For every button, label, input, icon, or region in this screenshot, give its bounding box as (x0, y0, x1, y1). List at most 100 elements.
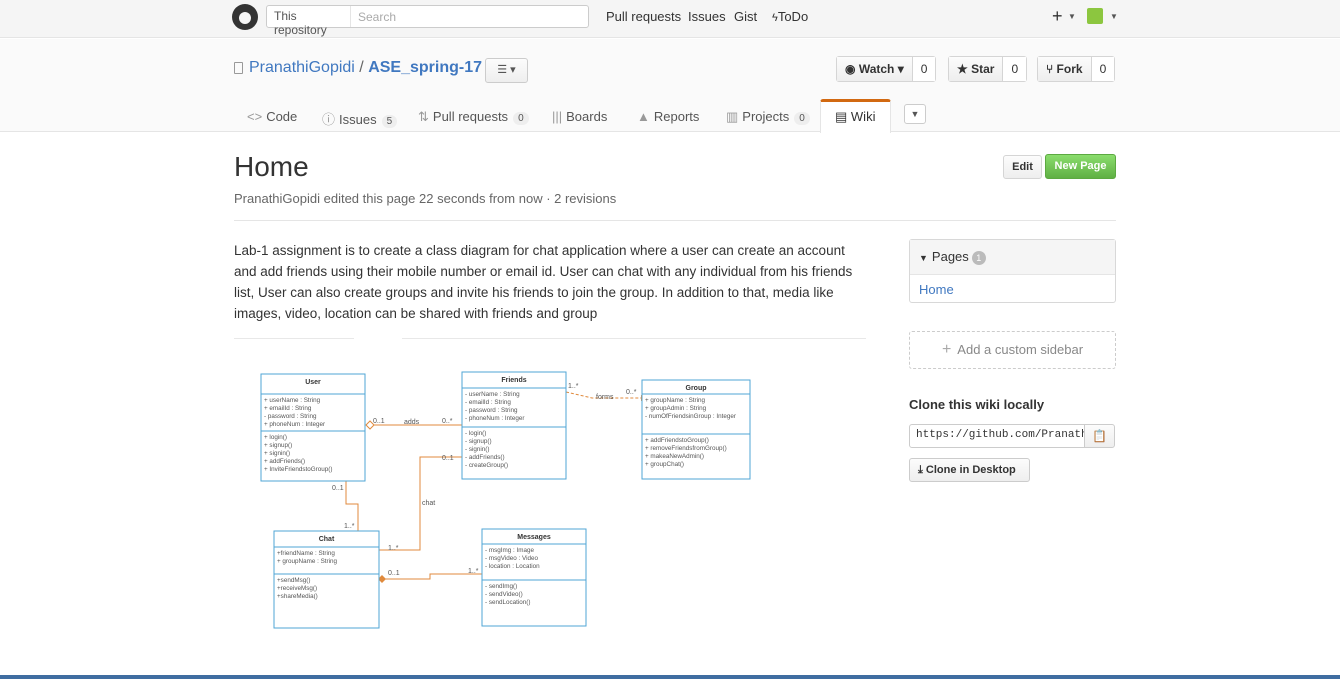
pages-count-badge: 1 (971, 251, 986, 265)
mult-chat-messages-right: 1..* (468, 568, 479, 575)
tab-boards[interactable]: ||| Boards (552, 109, 607, 124)
uml-class-chat: Chat +friendName : String+ groupName : St… (273, 530, 380, 629)
tab-issues[interactable]: ⓘ Issues 5 (322, 109, 398, 128)
mult-chat-messages-left: 0..1 (388, 570, 400, 577)
avatar[interactable] (1087, 8, 1103, 24)
mult-user-chat-bottom: 1..* (344, 523, 355, 530)
page-link-home[interactable]: Home (910, 275, 1115, 304)
copy-clipboard-button[interactable]: 📋 (1084, 424, 1115, 448)
mult-user-friends-left: 0..1 (373, 418, 385, 425)
class-method: + removeFriendsfromGroup() (645, 445, 727, 452)
assoc-chat-friends (379, 456, 462, 551)
tab-boards-label: Boards (566, 109, 608, 124)
nav-gist[interactable]: Gist (734, 9, 757, 24)
repo-separator: / (359, 59, 364, 76)
repo-name-link[interactable]: ASE_spring-17 (368, 59, 482, 76)
class-attribute: - location : Location (485, 563, 540, 570)
tab-code[interactable]: <> Code (247, 109, 297, 124)
reports-icon: ▲ (637, 109, 650, 124)
class-attribute: - msgVideo : Video (485, 555, 538, 562)
star-count[interactable]: 0 (1003, 57, 1027, 81)
mult-user-chat-top: 0..1 (332, 485, 344, 492)
star-button[interactable]: ★ Star 0 (948, 56, 1028, 82)
class-attribute: - userName : String (465, 391, 520, 398)
class-diagram: 0..1 0..* adds 1..* 0..* forms 0..1 1..*… (260, 371, 751, 629)
nav-todo-label: ToDo (777, 9, 809, 24)
pages-toggle[interactable]: ▼ Pages 1 (910, 240, 1115, 275)
page-title: Home (234, 151, 309, 182)
pull-request-icon: ⇅ (418, 109, 429, 124)
class-name: Messages (517, 534, 551, 541)
code-icon: <> (247, 109, 263, 124)
repo-title: PranathiGopidi / ASE_spring-17 (249, 59, 482, 77)
uml-class-messages: Messages - msgImg : Image- msgVideo : Vid… (481, 528, 587, 627)
class-attribute: + groupAdmin : String (645, 405, 707, 412)
tab-reports[interactable]: ▲ Reports (637, 109, 699, 124)
chevron-down-icon: ▼ (910, 109, 920, 119)
edit-button[interactable]: Edit (1003, 155, 1042, 179)
projects-icon: ▥ (726, 109, 739, 124)
divider (234, 220, 1116, 221)
class-name: User (305, 379, 321, 386)
mult-user-friends-right: 0..* (442, 418, 453, 425)
class-attribute: - emailId : String (465, 399, 511, 406)
tabs-more-button[interactable]: ▼ (904, 104, 926, 124)
clipboard-icon: 📋 (1092, 429, 1107, 443)
class-method: +receiveMsg() (277, 585, 317, 592)
clone-url-field[interactable]: https://github.com/PranathiGopidi/ASE_sp… (909, 424, 1085, 448)
add-custom-sidebar-label: Add a custom sidebar (957, 342, 1084, 357)
label-adds: adds (404, 419, 420, 426)
tab-code-label: Code (266, 109, 298, 124)
clone-title: Clone this wiki locally (909, 397, 1045, 412)
fork-icon: ⑂ (1046, 62, 1057, 76)
new-page-button[interactable]: New Page (1045, 154, 1116, 179)
nav-pull-requests[interactable]: Pull requests (606, 9, 681, 24)
class-method: + InviteFriendstoGroup() (264, 466, 332, 473)
nav-todo[interactable]: ϟToDo (772, 9, 808, 24)
pages-panel: ▼ Pages 1 Home (909, 239, 1116, 303)
chevron-down-icon: ▼ (1068, 12, 1076, 21)
class-method: +sendMsg() (277, 577, 310, 584)
mult-friends-group-right: 0..* (626, 389, 637, 396)
class-name: Friends (501, 377, 526, 384)
class-method: +shareMedia() (277, 593, 318, 600)
search-input[interactable] (353, 7, 583, 26)
eye-icon: ◉ (845, 62, 859, 76)
list-menu-button[interactable]: ☰ ▾ (485, 58, 528, 83)
add-custom-sidebar-button[interactable]: + Add a custom sidebar (909, 331, 1116, 369)
tab-projects[interactable]: ▥ Projects 0 (726, 109, 810, 125)
tab-reports-label: Reports (653, 109, 700, 124)
tab-pull-requests[interactable]: ⇅ Pull requests 0 (418, 109, 529, 125)
fork-count[interactable]: 0 (1091, 57, 1115, 81)
pull-requests-counter: 0 (513, 112, 529, 125)
create-new-button[interactable]: + (1052, 6, 1063, 27)
star-label: Star (971, 62, 995, 76)
wiki-body-text: Lab-1 assignment is to create a class di… (234, 243, 853, 321)
mult-chat-friends-top: 0..1 (442, 455, 454, 462)
tab-pull-requests-label: Pull requests (432, 109, 509, 124)
search-box[interactable]: This repository (266, 5, 589, 37)
class-attribute: + emailId : String (264, 405, 312, 412)
class-method: + addFriends() (264, 458, 305, 465)
watch-button[interactable]: ◉ Watch ▾ 0 (836, 56, 937, 82)
class-method: + addFriendstoGroup() (645, 437, 709, 444)
mult-chat-friends-bottom: 1..* (388, 545, 399, 552)
class-method: - sendImg() (485, 583, 517, 590)
clone-in-desktop-button[interactable]: ⤓ Clone in Desktop (909, 458, 1030, 482)
class-method: - sendLocation() (485, 599, 531, 606)
class-attribute: + groupName : String (277, 558, 338, 565)
plus-icon: + (941, 341, 952, 358)
repo-owner-link[interactable]: PranathiGopidi (249, 59, 355, 76)
uml-class-group: Group + groupName : String+ groupAdmin : … (641, 379, 751, 480)
github-logo-icon[interactable] (232, 4, 258, 30)
nav-issues[interactable]: Issues (688, 9, 726, 24)
search-scope-label: This repository (267, 6, 351, 37)
issue-icon: ⓘ (322, 112, 336, 127)
tab-wiki[interactable]: ▤ Wiki (820, 99, 891, 133)
uml-class-friends: Friends - userName : String- emailId : St… (461, 371, 567, 480)
fork-button[interactable]: ⑂ Fork 0 (1037, 56, 1116, 82)
class-attribute: - phoneNum : Integer (465, 415, 525, 422)
uml-classes: User + userName : String+ emailId : Strin… (260, 371, 751, 629)
watch-count[interactable]: 0 (912, 57, 936, 81)
class-attribute: - password : String (264, 413, 317, 420)
